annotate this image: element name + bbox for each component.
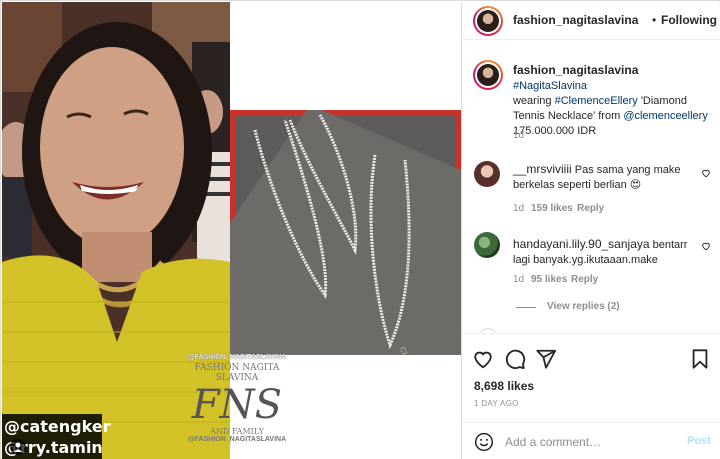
caption: fashion_nagitaslavina #NagitaSlavina wea… — [513, 63, 713, 139]
smiley-icon[interactable] — [474, 432, 494, 452]
hashtag-link[interactable]: #ClemenceEllery — [555, 95, 638, 107]
watermark: @FASHION_NAGITASLAVINA FASHION NAGITA SL… — [182, 354, 292, 459]
watermark-brand: FASHION NAGITA SLAVINA — [194, 363, 280, 383]
comment-bubble-icon[interactable] — [504, 348, 526, 370]
instagram-post-frame: @catengker @rry.tamin CLE — [0, 0, 720, 459]
avatar[interactable] — [480, 328, 496, 332]
comment-input[interactable]: Add a comment… — [505, 435, 601, 449]
watermark-bottom: @FASHION_NAGITASLAVINA — [187, 436, 287, 443]
avatar[interactable] — [477, 10, 499, 32]
watermark-sub: AND FAMILY — [210, 427, 264, 436]
caption-price: 175.000.000 IDR — [513, 125, 597, 137]
author-avatar-ring[interactable] — [473, 6, 503, 36]
watermark-logo: FNS — [191, 382, 283, 428]
action-bar: 8,698 likes 1 DAY AGO — [462, 333, 720, 413]
paper-plane-icon[interactable] — [535, 348, 557, 370]
bookmark-icon[interactable] — [689, 348, 711, 370]
heart-icon[interactable] — [472, 348, 494, 370]
post-header: fashion_nagitaslavina • Following — [462, 2, 720, 40]
comments-section[interactable]: fashion_nagitaslavina #NagitaSlavina wea… — [462, 41, 720, 332]
person-icon[interactable] — [10, 439, 26, 455]
avatar[interactable] — [474, 161, 500, 187]
watermark-top: @FASHION_NAGITASLAVINA — [187, 354, 287, 361]
follow-separator: • — [652, 13, 657, 27]
comment-likes[interactable]: 95 likes — [531, 274, 567, 285]
comment: __mrsviviiii Pas sama yang make berkelas… — [513, 162, 698, 193]
mention-link[interactable]: @clemenceellery — [623, 110, 708, 122]
following-button[interactable]: Following — [661, 13, 717, 27]
heart-outline-icon[interactable] — [701, 241, 711, 251]
reply-button[interactable]: Reply — [571, 274, 598, 285]
hashtag-link[interactable]: #NagitaSlavina — [513, 80, 587, 92]
avatar[interactable] — [477, 64, 499, 86]
likes-count[interactable]: 8,698 likes — [474, 379, 534, 393]
caption-timestamp[interactable]: 1d — [513, 130, 524, 141]
post-sidebar: fashion_nagitaslavina • Following fashio… — [461, 2, 720, 459]
view-replies-line — [516, 307, 536, 308]
caption-username[interactable]: fashion_nagitaslavina — [513, 63, 638, 77]
comment-likes[interactable]: 159 likes — [531, 203, 573, 214]
post-button[interactable]: Post — [687, 435, 711, 447]
comment-composer: Add a comment… Post — [462, 422, 720, 459]
tag-box[interactable]: @catengker @rry.tamin — [2, 414, 111, 459]
comment: handayani.lily.90_sanjaya bentarr lagi b… — [513, 237, 703, 268]
reply-button[interactable]: Reply — [577, 203, 604, 214]
comment-username[interactable]: handayani.lily.90_sanjaya — [513, 237, 650, 251]
tag-username-1[interactable]: @catengker — [4, 417, 111, 436]
comment-timestamp[interactable]: 1d — [513, 274, 524, 285]
view-replies-button[interactable]: View replies (2) — [547, 301, 620, 312]
comment-timestamp[interactable]: 1d — [513, 203, 524, 214]
caption-avatar-ring[interactable] — [473, 60, 503, 90]
author-username[interactable]: fashion_nagitaslavina — [513, 13, 638, 27]
caption-text-wearing: wearing — [513, 95, 552, 107]
post-date[interactable]: 1 DAY AGO — [474, 399, 519, 408]
necklace-illustration: CLEMENCE — [230, 110, 461, 355]
heart-outline-icon[interactable] — [701, 168, 711, 178]
heart-eyes-emoji: 😍 — [629, 179, 642, 191]
comment-username[interactable]: __mrsviviiii — [513, 162, 572, 176]
avatar[interactable] — [474, 232, 500, 258]
photo-necklace-box: CLEMENCE — [230, 110, 461, 355]
post-media[interactable]: @catengker @rry.tamin CLE — [2, 2, 461, 459]
